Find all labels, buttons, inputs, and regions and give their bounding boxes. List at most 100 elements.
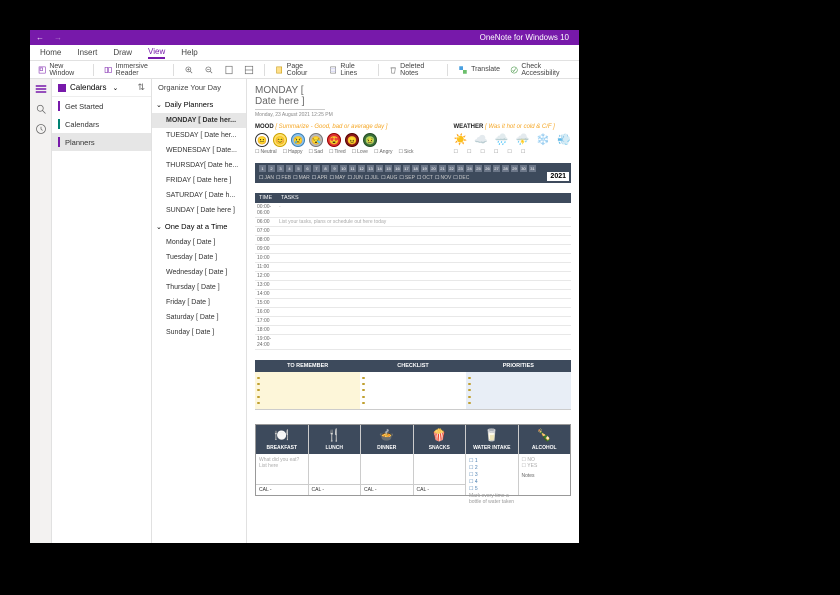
mood-checkboxes[interactable]: NeutralHappySadTiredLoveAngrySick <box>255 149 413 155</box>
schedule-row[interactable]: 15:00 <box>255 299 571 308</box>
meal-col: 🍴LUNCHCAL - <box>309 425 362 495</box>
weather-cloud-icon[interactable]: ☁️ <box>474 133 488 146</box>
page-item[interactable]: Wednesday [ Date ] <box>152 265 246 280</box>
group-one-day[interactable]: ⌄ One Day at a Time <box>152 218 246 235</box>
meal-col: 🥛WATER INTAKE☐ 1☐ 2☐ 3☐ 4☐ 5Mark every t… <box>466 425 519 495</box>
mood-section: MOOD [ Summarize - Good, bad or average … <box>255 124 413 155</box>
forward-icon[interactable]: → <box>54 33 62 42</box>
priorities-pad[interactable] <box>466 372 571 410</box>
schedule-row[interactable]: 16:00 <box>255 308 571 317</box>
menu-bar: Home Insert Draw View Help <box>30 45 579 61</box>
page-group-label: Organize Your Day <box>152 79 246 96</box>
menu-help[interactable]: Help <box>181 48 197 57</box>
page-date: Monday, 23 August 2021 12:25 PM <box>255 112 571 118</box>
schedule-row[interactable]: 10:00 <box>255 254 571 263</box>
page-item[interactable]: Saturday [ Date ] <box>152 310 246 325</box>
schedule-row[interactable]: 09:00 <box>255 245 571 254</box>
weather-sunny-icon[interactable]: ☀️ <box>453 133 467 146</box>
month-checks[interactable]: JANFEBMARAPRMAYJUNJULAUGSEPOCTNOVDEC <box>259 175 567 181</box>
schedule-table: TIME TASKS 00:00-06:00-06:00List your ta… <box>255 193 571 350</box>
notebook-icon <box>58 84 66 92</box>
mood-tired-icon[interactable]: 😪 <box>309 133 323 147</box>
section-planners[interactable]: Planners <box>52 133 151 151</box>
immersive-reader-button[interactable]: Immersive Reader <box>104 63 163 77</box>
mood-love-icon[interactable]: 😍 <box>327 133 341 147</box>
section-get-started[interactable]: Get Started <box>52 97 151 115</box>
weather-rain-icon[interactable]: 🌧️ <box>495 133 509 146</box>
schedule-row[interactable]: 13:00 <box>255 281 571 290</box>
day-grid[interactable]: 1234567891011121314151617181920212223242… <box>259 165 567 172</box>
schedule-row[interactable]: 14:00 <box>255 290 571 299</box>
schedule-row[interactable]: 12:00 <box>255 272 571 281</box>
back-icon[interactable]: ← <box>36 33 44 42</box>
weather-storm-icon[interactable]: ⛈️ <box>516 133 530 146</box>
meal-col: 🍲DINNERCAL - <box>361 425 414 495</box>
section-calendars[interactable]: Calendars <box>52 115 151 133</box>
deleted-notes-button[interactable]: Deleted Notes <box>389 63 437 77</box>
checklist-pad[interactable] <box>360 372 465 410</box>
page-item[interactable]: SATURDAY [ Date h... <box>152 188 246 203</box>
fit-page-icon[interactable] <box>244 65 254 75</box>
mood-happy-icon[interactable]: 😊 <box>273 133 287 147</box>
page-item[interactable]: THURSDAY[ Date he... <box>152 158 246 173</box>
page-canvas[interactable]: MONDAY [ Date here ] Monday, 23 August 2… <box>247 79 579 543</box>
meal-col: 🍽️BREAKFASTWhat did you eat? List hereCA… <box>256 425 309 495</box>
zoom-in-icon[interactable] <box>184 65 194 75</box>
meal-col: 🍿SNACKSCAL - <box>414 425 467 495</box>
mood-sick-icon[interactable]: 🤢 <box>363 133 377 147</box>
page-item[interactable]: SUNDAY [ Date here ] <box>152 203 246 218</box>
page-title[interactable]: MONDAY [ Date here ] <box>255 85 325 110</box>
page-list: Organize Your Day ⌄ Daily Planners MONDA… <box>152 79 247 543</box>
translate-button[interactable]: Translate <box>458 65 500 75</box>
notes-triple: TO REMEMBER CHECKLIST PRIORITIES <box>255 360 571 410</box>
sort-icon[interactable]: ⇅ <box>137 82 145 93</box>
page-item[interactable]: Sunday [ Date ] <box>152 325 246 340</box>
schedule-row[interactable]: 11:00 <box>255 263 571 272</box>
notebook-dropdown[interactable]: Calendars ⌄ ⇅ <box>52 79 151 97</box>
caret-down-icon: ⌄ <box>156 223 162 231</box>
schedule-row[interactable]: 19:00-24:00 <box>255 335 571 350</box>
page-width-icon[interactable] <box>224 65 234 75</box>
schedule-row[interactable]: 17:00 <box>255 317 571 326</box>
page-item[interactable]: TUESDAY [ Date her... <box>152 128 246 143</box>
page-item[interactable]: FRIDAY [ Date here ] <box>152 173 246 188</box>
page-item[interactable]: MONDAY [ Date her... <box>152 113 246 128</box>
remember-pad[interactable] <box>255 372 360 410</box>
side-rail <box>30 79 52 543</box>
mood-neutral-icon[interactable]: 😐 <box>255 133 269 147</box>
ribbon: New Window Immersive Reader Page Colour … <box>30 61 579 79</box>
navigation-icon[interactable] <box>35 83 47 95</box>
recent-icon[interactable] <box>35 123 47 135</box>
weather-checkboxes[interactable]: ☐☐☐☐☐☐ <box>453 149 570 155</box>
menu-view[interactable]: View <box>148 47 165 59</box>
menu-draw[interactable]: Draw <box>113 48 132 57</box>
search-icon[interactable] <box>35 103 47 115</box>
schedule-row[interactable]: 00:00-06:00- <box>255 203 571 218</box>
mood-sad-icon[interactable]: 😢 <box>291 133 305 147</box>
page-item[interactable]: Tuesday [ Date ] <box>152 250 246 265</box>
group-daily-planners[interactable]: ⌄ Daily Planners <box>152 96 246 113</box>
page-item[interactable]: Friday [ Date ] <box>152 295 246 310</box>
weather-wind-icon[interactable]: 💨 <box>557 133 571 146</box>
page-item[interactable]: WEDNESDAY [ Date... <box>152 143 246 158</box>
schedule-row[interactable]: 06:00List your tasks, plans or schedule … <box>255 218 571 227</box>
title-bar: ← → OneNote for Windows 10 <box>30 30 579 45</box>
schedule-row[interactable]: 18:00 <box>255 326 571 335</box>
new-window-button[interactable]: New Window <box>38 63 83 77</box>
page-colour-button[interactable]: Page Colour <box>275 63 319 77</box>
page-item[interactable]: Monday [ Date ] <box>152 235 246 250</box>
app-title: OneNote for Windows 10 <box>62 33 573 42</box>
zoom-out-icon[interactable] <box>204 65 214 75</box>
caret-down-icon: ⌄ <box>156 101 162 109</box>
menu-insert[interactable]: Insert <box>77 48 97 57</box>
schedule-row[interactable]: 08:00 <box>255 236 571 245</box>
menu-home[interactable]: Home <box>40 48 61 57</box>
meal-col: 🍾ALCOHOL☐ NO☐ YESNotes <box>519 425 571 495</box>
weather-snow-icon[interactable]: ❄️ <box>536 133 550 146</box>
rule-lines-button[interactable]: Rule Lines <box>329 63 368 77</box>
mood-angry-icon[interactable]: 😠 <box>345 133 359 147</box>
year-badge: 2021 <box>547 172 569 181</box>
accessibility-button[interactable]: Check Accessibility <box>510 63 571 77</box>
page-item[interactable]: Thursday [ Date ] <box>152 280 246 295</box>
schedule-row[interactable]: 07:00 <box>255 227 571 236</box>
